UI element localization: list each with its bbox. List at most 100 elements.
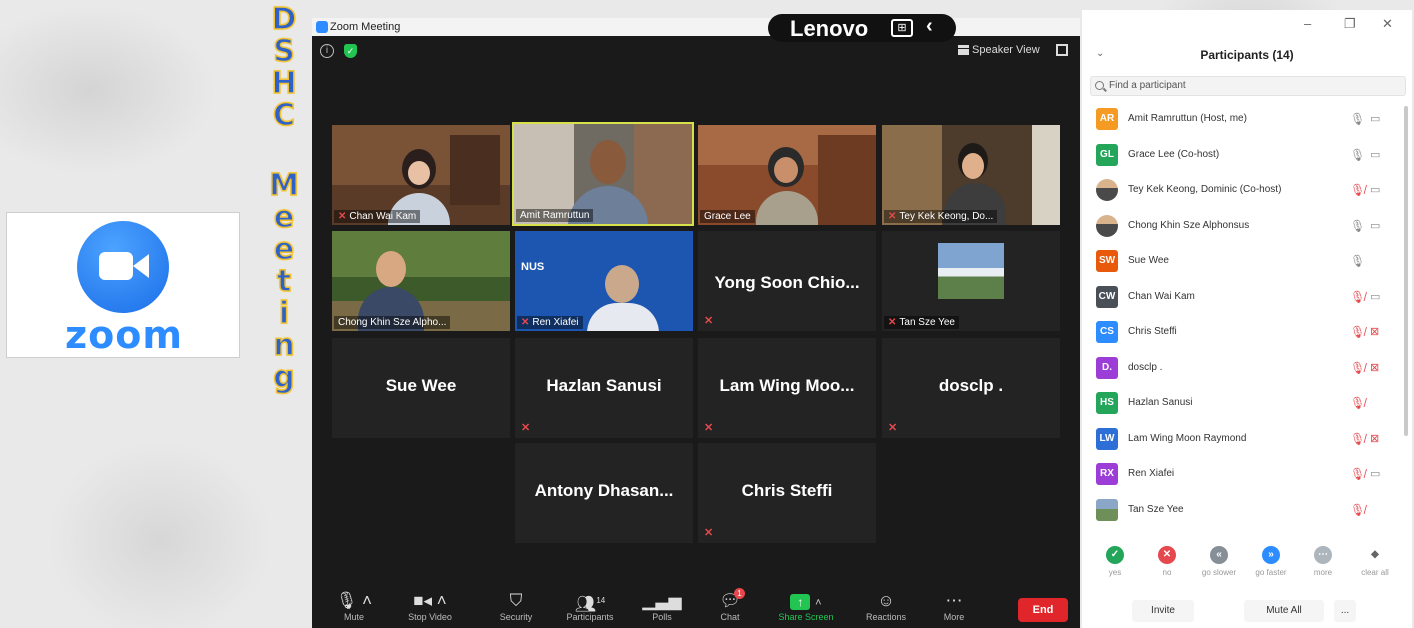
participant-row[interactable]: Chong Khin Sze Alphonsus 🎙︎ ▭ [1082,209,1412,245]
title-letter: i [278,296,290,331]
video-camera-icon[interactable]: ▭ [1370,219,1380,232]
participant-name-label: ✕ Tey Kek Keong, Do... [884,210,998,223]
chat-button[interactable]: 💬︎ 1 Chat [692,588,768,622]
participant-name: Hazlan Sanusi [1128,397,1193,408]
avatar: HS [1096,392,1118,414]
video-tile[interactable]: ✕ Chan Wai Kam [332,125,510,225]
participants-button[interactable]: 👥︎14 Participants [552,590,628,622]
video-camera-icon[interactable]: ▭ [1370,467,1380,480]
mic-muted-icon[interactable]: 🎙︎̸ [1350,467,1365,481]
mic-muted-icon: ✕ [521,317,530,328]
video-tile[interactable]: ✕ Tan Sze Yee [882,231,1060,331]
video-tile-no-video[interactable]: Lam Wing Moo... ✕ [698,338,876,438]
participant-name: Lam Wing Moon Raymond [1128,432,1247,444]
minimize-icon[interactable]: – [1304,16,1311,31]
participants-panel: – ❐ ✕ ⌄ Participants (14) Find a partici… [1082,10,1412,628]
info-icon[interactable]: i [320,44,334,58]
reaction-more[interactable]: ⋯ more [1300,546,1346,577]
stop-video-button[interactable]: ■◂ ˄ Stop Video [392,590,468,622]
mic-muted-icon[interactable]: 🎙︎̸ [1350,290,1365,304]
microphone-icon[interactable]: 🎙︎ [1350,219,1365,233]
video-tile[interactable]: Grace Lee [698,125,876,225]
mute-button[interactable]: 🎙︎ ˄ Mute [316,590,392,622]
microphone-icon[interactable]: 🎙︎ [1350,148,1365,162]
restore-icon[interactable]: ❐ [1344,16,1356,32]
chevron-left-icon[interactable]: ‹ [926,15,933,38]
fullscreen-icon[interactable] [1056,44,1068,56]
participant-row[interactable]: CS Chris Steffi 🎙︎̸ ⊠ [1082,315,1412,351]
participant-row[interactable]: D. dosclp . 🎙︎̸ ⊠ [1082,351,1412,387]
mic-muted-icon[interactable]: 🎙︎̸ [1350,361,1365,375]
mic-muted-icon[interactable]: 🎙︎̸ [1350,183,1365,197]
video-tile-no-video[interactable]: dosclp . ✕ [882,338,1060,438]
polls-button[interactable]: ▁▃▅ Polls [624,590,700,622]
mic-muted-icon[interactable]: 🎙︎̸ [1350,432,1365,446]
video-tile-no-video[interactable]: Hazlan Sanusi ✕ [515,338,693,438]
participant-row[interactable]: Tan Sze Yee 🎙︎̸ [1082,493,1412,529]
reaction-go-faster[interactable]: » go faster [1248,546,1294,577]
reaction-icon: ✕ [1158,546,1176,564]
reaction-yes[interactable]: ✓ yes [1092,546,1138,577]
video-camera-icon: ■◂ ˄ [413,591,447,610]
participant-row[interactable]: CW Chan Wai Kam 🎙︎̸ ▭ [1082,280,1412,316]
bar-chart-icon: ▁▃▅ [642,591,682,610]
end-meeting-button[interactable]: End [1018,598,1068,622]
participant-name: Tan Sze Yee [1128,503,1184,515]
more-button[interactable]: ⋯ More [916,590,992,622]
participant-name-label: Amit Ramruttun [516,209,594,222]
video-tile-active-speaker[interactable]: Amit Ramruttun [512,122,694,226]
avatar: CS [1096,321,1118,343]
video-camera-icon[interactable]: ▭ [1370,183,1380,196]
participant-row[interactable]: HS Hazlan Sanusi 🎙︎̸ [1082,386,1412,422]
participant-row[interactable]: LW Lam Wing Moon Raymond 🎙︎̸ ⊠ [1082,422,1412,458]
reaction-icon: ⋯ [1314,546,1332,564]
reactions-button[interactable]: ☺ Reactions [848,590,924,622]
video-tile-no-video[interactable]: Antony Dhasan... [515,443,693,543]
video-tile[interactable]: NUS ✕ Ren Xiafei [515,231,693,331]
mute-all-button[interactable]: Mute All [1244,600,1324,622]
mic-muted-icon[interactable]: 🎙︎̸ [1350,325,1365,339]
video-tile[interactable]: ✕ Tey Kek Keong, Do... [882,125,1060,225]
chat-unread-badge: 1 [734,588,745,599]
speaker-view-label: Speaker View [972,44,1040,56]
share-screen-button[interactable]: ↑ ˄ Share Screen [768,590,844,622]
video-camera-icon[interactable]: ▭ [1370,148,1380,161]
video-camera-icon[interactable]: ▭ [1370,290,1380,303]
avatar: SW [1096,250,1118,272]
mic-muted-icon[interactable]: 🎙︎̸ [1350,396,1365,410]
video-off-icon[interactable]: ⊠ [1370,325,1379,338]
video-off-icon[interactable]: ⊠ [1370,432,1379,445]
avatar: D. [1096,356,1118,379]
participant-row[interactable]: Tey Kek Keong, Dominic (Co-host) 🎙︎̸ ▭ [1082,173,1412,209]
video-off-icon[interactable]: ⊠ [1370,361,1379,374]
participant-row[interactable]: AR Amit Ramruttun (Host, me) 🎙︎ ▭ [1082,102,1412,138]
participant-row[interactable]: SW Sue Wee 🎙︎ [1082,244,1412,280]
participant-row[interactable]: RX Ren Xiafei 🎙︎̸ ▭ [1082,457,1412,493]
microphone-icon[interactable]: 🎙︎ [1350,112,1365,126]
reaction-clear-all[interactable]: ◆ clear all [1352,546,1398,577]
mic-muted-icon[interactable]: 🎙︎̸ [1350,503,1365,517]
video-tile-no-video[interactable]: Yong Soon Chio... ✕ [698,231,876,331]
invite-button[interactable]: Invite [1132,600,1194,622]
grid-icon[interactable]: ⊞ [891,19,913,37]
security-button[interactable]: ⛉ Security [478,590,554,622]
participant-name: Hazlan Sanusi [546,376,662,395]
reaction-no[interactable]: ✕ no [1144,546,1190,577]
video-tile-no-video[interactable]: Chris Steffi ✕ [698,443,876,543]
scrollbar[interactable] [1404,106,1408,436]
speaker-view-button[interactable]: Speaker View [956,40,1046,60]
participant-row[interactable]: GL Grace Lee (Co-host) 🎙︎ ▭ [1082,138,1412,174]
video-tile-no-video[interactable]: Sue Wee [332,338,510,438]
close-icon[interactable]: ✕ [1382,16,1393,32]
more-options-button[interactable]: ... [1334,600,1356,622]
vertical-title: D S H C M e e t i n g [262,3,306,395]
participant-name: Sue Wee [1128,255,1169,266]
video-tile[interactable]: Chong Khin Sze Alpho... [332,231,510,331]
encryption-shield-icon[interactable]: ✓ [344,44,357,58]
video-camera-icon[interactable]: ▭ [1370,112,1380,125]
mic-muted-icon: ✕ [888,317,897,328]
search-participant-input[interactable]: Find a participant [1090,76,1406,96]
reaction-go-slower[interactable]: « go slower [1196,546,1242,577]
microphone-icon[interactable]: 🎙︎ [1350,254,1365,268]
participant-name: Sue Wee [385,376,457,395]
